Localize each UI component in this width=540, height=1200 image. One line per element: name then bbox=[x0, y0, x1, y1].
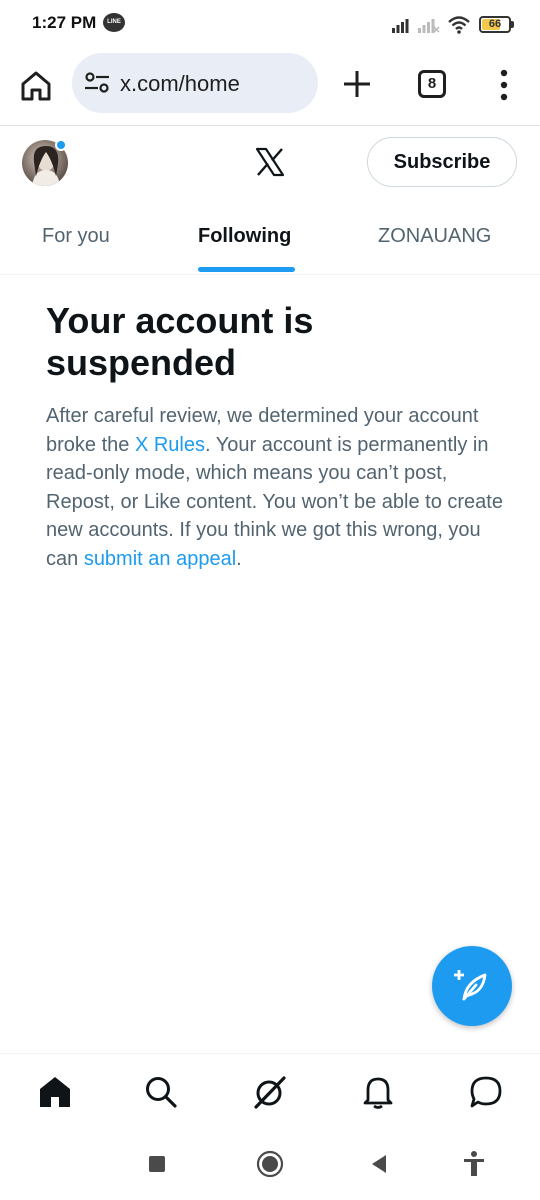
x-header: Subscribe bbox=[0, 127, 540, 201]
browser-toolbar: x.com/home 8 bbox=[0, 50, 540, 126]
compose-feather-icon bbox=[454, 970, 487, 1001]
site-settings-icon[interactable] bbox=[84, 72, 110, 94]
url-text[interactable]: x.com/home bbox=[120, 71, 240, 97]
suspension-message: After careful review, we determined your… bbox=[46, 402, 506, 574]
x-rules-link[interactable]: X Rules bbox=[135, 434, 205, 456]
notifications-icon[interactable] bbox=[360, 1074, 396, 1110]
signal-icon bbox=[392, 19, 409, 33]
tab-following[interactable]: Following bbox=[198, 225, 291, 248]
status-time: 1:27 PM bbox=[32, 13, 97, 32]
grok-icon[interactable] bbox=[252, 1074, 288, 1110]
recent-apps-icon[interactable] bbox=[147, 1154, 167, 1174]
compose-post-button[interactable] bbox=[432, 946, 512, 1026]
new-tab-icon[interactable] bbox=[340, 67, 374, 101]
active-tab-indicator bbox=[198, 267, 295, 272]
battery-tip bbox=[511, 21, 514, 28]
submit-appeal-link[interactable]: submit an appeal bbox=[84, 548, 236, 570]
notification-dot bbox=[55, 139, 67, 151]
back-icon[interactable] bbox=[369, 1153, 389, 1175]
suspension-title: Your account is suspended bbox=[46, 300, 314, 383]
tab-switcher-button[interactable]: 8 bbox=[418, 70, 446, 98]
more-menu-icon[interactable] bbox=[494, 68, 514, 102]
address-bar[interactable]: x.com/home bbox=[72, 53, 318, 113]
browser-home-icon[interactable] bbox=[18, 68, 54, 104]
messages-icon[interactable] bbox=[468, 1074, 504, 1110]
signal-off-icon bbox=[418, 19, 440, 33]
battery-level: 66 bbox=[488, 18, 502, 30]
timeline-tabs: For you Following ZONAUANG bbox=[0, 201, 540, 275]
tab-for-you[interactable]: For you bbox=[42, 225, 110, 248]
wifi-icon bbox=[448, 16, 470, 34]
system-navigation-bar bbox=[0, 1128, 540, 1200]
battery-icon: 66 bbox=[479, 16, 511, 33]
line-app-icon: LINE bbox=[103, 13, 125, 32]
x-logo-icon[interactable] bbox=[254, 146, 286, 178]
tab-zonauang[interactable]: ZONAUANG bbox=[378, 225, 491, 248]
subscribe-button[interactable]: Subscribe bbox=[367, 137, 517, 187]
system-home-icon[interactable] bbox=[256, 1150, 284, 1178]
status-bar: 1:27 PM LINE 66 bbox=[0, 0, 540, 50]
search-icon[interactable] bbox=[143, 1074, 179, 1110]
bottom-nav bbox=[0, 1053, 540, 1128]
accessibility-icon[interactable] bbox=[462, 1150, 486, 1178]
message-text-3: . bbox=[236, 547, 242, 570]
home-icon[interactable] bbox=[37, 1074, 73, 1110]
